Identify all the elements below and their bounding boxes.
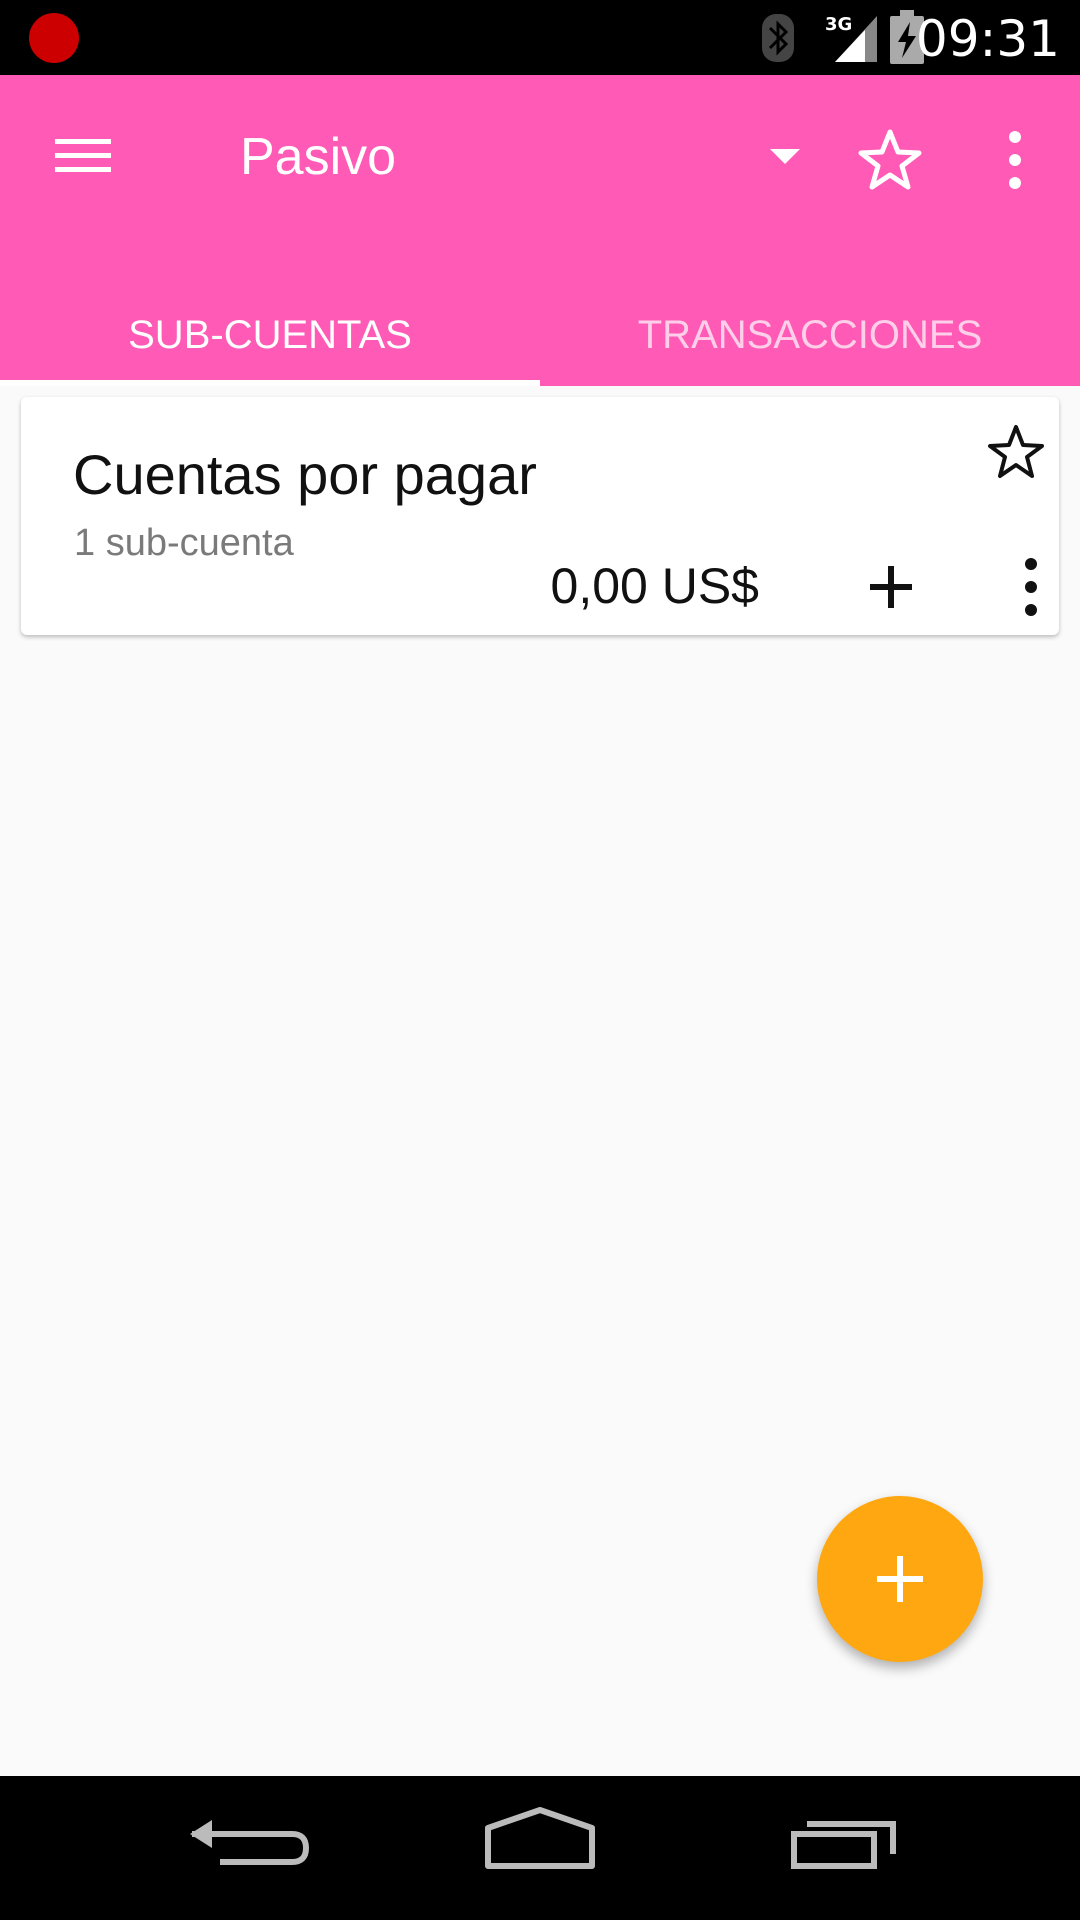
more-vert-icon [1025, 558, 1037, 616]
add-icon [870, 566, 912, 608]
account-favorite-button[interactable] [981, 417, 1051, 487]
add-transaction-button[interactable] [851, 547, 931, 627]
page-title[interactable]: Pasivo [240, 127, 396, 187]
back-button[interactable] [170, 1796, 310, 1896]
recording-dot-icon [29, 13, 79, 63]
account-card[interactable]: Cuentas por pagar 1 sub-cuenta 0,00 US$ [21, 397, 1059, 635]
add-icon [877, 1556, 923, 1602]
account-name: Cuentas por pagar [73, 443, 537, 506]
menu-icon [55, 139, 111, 172]
recents-button[interactable] [775, 1796, 915, 1896]
favorite-button[interactable] [850, 120, 930, 200]
svg-text:3G: 3G [825, 14, 852, 35]
navigation-bar [0, 1776, 1080, 1920]
account-options-button[interactable] [1011, 552, 1051, 622]
star-outline-icon [988, 425, 1044, 478]
recents-icon [791, 1821, 896, 1869]
menu-button[interactable] [40, 115, 130, 195]
tab-sub-cuentas[interactable]: SUB-CUENTAS [0, 285, 540, 386]
tab-indicator [0, 380, 540, 386]
home-button[interactable] [470, 1796, 610, 1896]
overflow-menu-button[interactable] [990, 120, 1040, 200]
subaccount-count: 1 sub-cuenta [74, 522, 294, 564]
add-account-fab[interactable] [817, 1496, 983, 1662]
clock: 09:31 [915, 10, 1060, 68]
star-outline-icon [858, 129, 922, 190]
account-balance: 0,00 US$ [550, 558, 759, 614]
app-bar: Pasivo SUB-CUENTAS TRANSACCIONES [0, 75, 1080, 386]
tab-transacciones[interactable]: TRANSACCIONES [540, 285, 1080, 386]
back-icon [190, 1820, 310, 1865]
home-icon [485, 1807, 595, 1869]
dropdown-arrow-icon [770, 149, 800, 164]
bluetooth-icon [762, 14, 794, 62]
account-dropdown-button[interactable] [760, 137, 810, 177]
status-bar: 3G 09:31 [0, 0, 1080, 75]
signal-3g-icon: 3G [825, 14, 877, 62]
more-vert-icon [1009, 131, 1021, 189]
